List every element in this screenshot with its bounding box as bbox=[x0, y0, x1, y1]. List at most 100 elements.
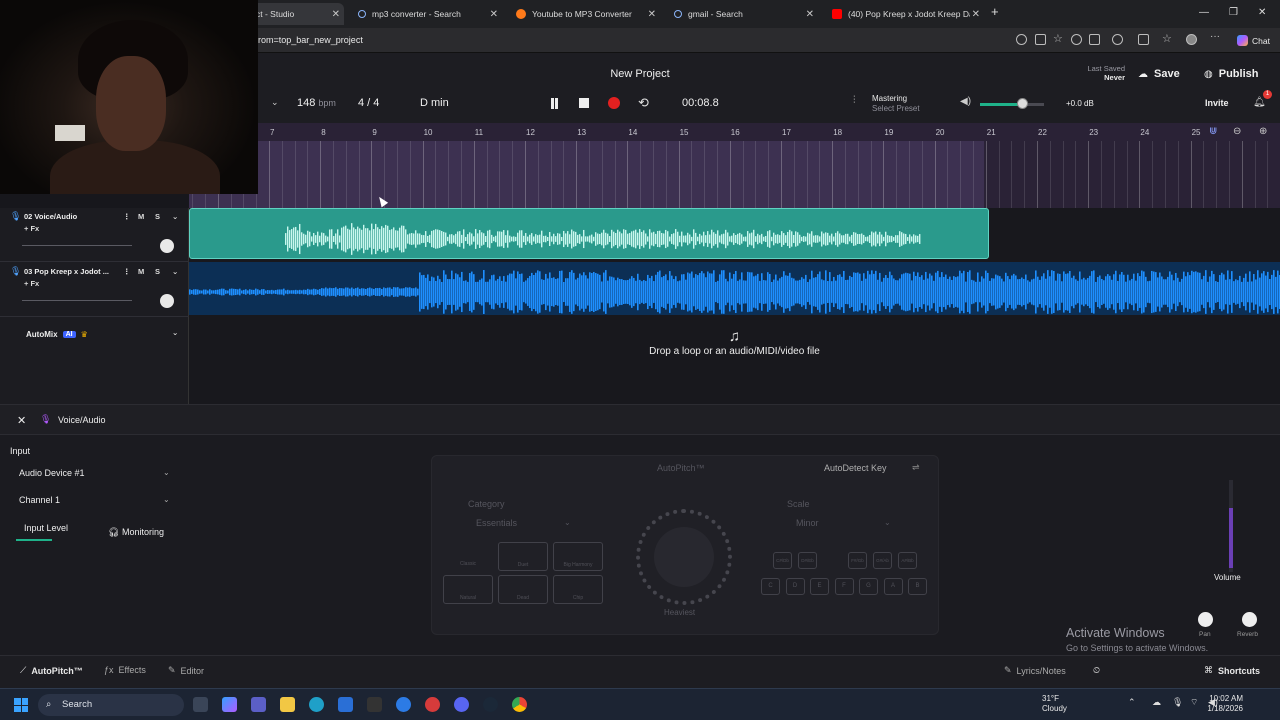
split-screen-icon[interactable] bbox=[1089, 34, 1100, 45]
key-icon[interactable] bbox=[1016, 34, 1027, 45]
beat-audio-clip[interactable] bbox=[189, 262, 1280, 315]
monitoring-toggle[interactable]: Monitoring bbox=[122, 527, 164, 537]
store-icon[interactable] bbox=[338, 697, 353, 712]
track-name[interactable]: 02 Voice/Audio bbox=[24, 212, 77, 221]
ruler-bar-number[interactable]: 14 bbox=[628, 128, 637, 137]
discord-icon[interactable] bbox=[454, 697, 469, 712]
track-name[interactable]: 03 Pop Kreep x Jodot ... bbox=[24, 267, 109, 276]
add-fx-button[interactable]: + Fx bbox=[24, 279, 39, 288]
drop-zone[interactable]: ♫ Drop a loop or an audio/MIDI/video fil… bbox=[189, 320, 1280, 404]
save-button[interactable]: ☁ Save bbox=[1138, 68, 1180, 80]
close-tab-icon[interactable]: ✕ bbox=[490, 9, 498, 20]
tuner-icon[interactable]: ⏲ bbox=[1093, 665, 1100, 676]
app-icon[interactable] bbox=[396, 697, 411, 712]
preset-dead[interactable]: Dead bbox=[498, 575, 548, 604]
track-menu-icon[interactable]: ⋮ bbox=[123, 212, 131, 221]
add-fx-button[interactable]: + Fx bbox=[24, 224, 39, 233]
reverb-knob[interactable] bbox=[1242, 612, 1257, 627]
lyrics-notes-button[interactable]: ✎ Lyrics/Notes bbox=[1004, 665, 1066, 676]
mixer-icon[interactable]: ⫶ bbox=[853, 95, 856, 106]
preset-classic[interactable]: Classic bbox=[443, 542, 493, 571]
shortcuts-button[interactable]: ⌘ Shortcuts bbox=[1204, 665, 1260, 676]
ruler-bar-number[interactable]: 13 bbox=[577, 128, 586, 137]
key-button[interactable]: F bbox=[834, 578, 854, 595]
preset-big-harmony[interactable]: Big Harmony bbox=[553, 542, 603, 571]
ruler-bar-number[interactable]: 8 bbox=[321, 128, 325, 137]
pause-button[interactable] bbox=[549, 98, 560, 109]
editor-tab[interactable]: ✎ Editor bbox=[168, 665, 204, 676]
ruler-bar-number[interactable]: 15 bbox=[680, 128, 689, 137]
headphones-icon[interactable]: 🎧︎ bbox=[108, 527, 119, 538]
profile-avatar[interactable] bbox=[1186, 34, 1197, 45]
publish-button[interactable]: ◍ Publish bbox=[1204, 68, 1258, 80]
autopitch-tab[interactable]: ⟋ AutoPitch™ bbox=[20, 665, 83, 676]
ruler-bar-number[interactable]: 22 bbox=[1038, 128, 1047, 137]
weather-widget[interactable]: 31°F Cloudy bbox=[1042, 694, 1067, 714]
microphone-icon[interactable]: 🎙︎ bbox=[10, 266, 21, 277]
ruler-bar-number[interactable]: 21 bbox=[987, 128, 996, 137]
record-button[interactable] bbox=[608, 97, 620, 109]
scale-select[interactable]: Minor bbox=[796, 518, 819, 528]
close-tab-icon[interactable]: ✕ bbox=[332, 9, 340, 20]
key-button[interactable]: E bbox=[810, 578, 829, 595]
timeline-area[interactable]: ♫ Drop a loop or an audio/MIDI/video fil… bbox=[189, 208, 1280, 404]
key-button[interactable]: G#/Ab bbox=[873, 552, 892, 569]
bell-icon[interactable]: 🔔︎ bbox=[1253, 97, 1266, 108]
mute-button[interactable]: M bbox=[138, 212, 144, 221]
preset-chip[interactable]: Chip bbox=[553, 575, 603, 604]
microphone-icon[interactable]: 🎙︎ bbox=[1172, 697, 1183, 708]
settings-icon[interactable]: ⇌ bbox=[912, 462, 920, 473]
ruler-bar-number[interactable]: 20 bbox=[936, 128, 945, 137]
autodetect-key-button[interactable]: AutoDetect Key bbox=[824, 463, 887, 473]
mastering-preset[interactable]: Mastering Select Preset bbox=[872, 94, 920, 114]
steam-icon[interactable] bbox=[483, 697, 498, 712]
solo-button[interactable]: S bbox=[155, 267, 160, 276]
chrome-icon[interactable] bbox=[512, 697, 527, 712]
channel-select[interactable]: Channel 1 bbox=[19, 495, 60, 505]
loop-icon[interactable]: ⟲ bbox=[638, 95, 649, 111]
new-tab-icon[interactable]: + bbox=[991, 4, 999, 19]
track-header-voice[interactable]: 🎙︎ 02 Voice/Audio + Fx ⋮ M S ⌄ bbox=[0, 208, 189, 262]
menu-chevron-icon[interactable]: ⌄ bbox=[271, 97, 279, 108]
key-button[interactable]: G bbox=[859, 578, 878, 595]
timeline-ruler[interactable]: ⋓ ⊖ ⊕ 7 8 9 10 11 12 13 14 15 16 17 18 19 20 21 22 23 24 2… bbox=[189, 123, 1280, 208]
speaker-icon[interactable]: ◀) bbox=[960, 96, 971, 107]
pan-knob[interactable] bbox=[1198, 612, 1213, 627]
windows-start-icon[interactable] bbox=[14, 698, 28, 712]
extensions-icon[interactable] bbox=[1138, 34, 1149, 45]
key-button[interactable]: A#/Bb bbox=[898, 552, 917, 569]
preset-natural[interactable]: Natural bbox=[443, 575, 493, 604]
zoom-in-icon[interactable]: ⊕ bbox=[1259, 126, 1267, 137]
master-volume-slider[interactable] bbox=[980, 103, 1044, 106]
restore-icon[interactable]: ❐ bbox=[1229, 7, 1238, 18]
ruler-bar-number[interactable]: 16 bbox=[731, 128, 740, 137]
tab-yt-converter[interactable]: Youtube to MP3 Converter ✕ bbox=[508, 3, 660, 25]
close-tab-icon[interactable]: ✕ bbox=[806, 9, 814, 20]
time-signature[interactable]: 4 / 4 bbox=[358, 97, 379, 109]
ruler-bar-number[interactable]: 10 bbox=[424, 128, 433, 137]
track-header-beat[interactable]: 🎙︎ 03 Pop Kreep x Jodot ... + Fx ⋮ M S ⌄ bbox=[0, 263, 189, 317]
chevron-down-icon[interactable]: ⌄ bbox=[163, 495, 170, 504]
audio-device-select[interactable]: Audio Device #1 bbox=[19, 468, 85, 478]
key-button[interactable]: C#/Db bbox=[773, 552, 792, 569]
category-select[interactable]: Essentials bbox=[476, 518, 517, 528]
ruler-bar-number[interactable]: 11 bbox=[475, 128, 483, 137]
chevron-down-icon[interactable]: ⌄ bbox=[172, 328, 178, 337]
close-panel-icon[interactable]: ✕ bbox=[17, 414, 26, 427]
more-options-icon[interactable]: ··· bbox=[1210, 31, 1221, 42]
system-clock[interactable]: 10:02 AM 1/18/2026 bbox=[1201, 694, 1243, 714]
ruler-bar-number[interactable]: 17 bbox=[782, 128, 791, 137]
chevron-down-icon[interactable]: ⌄ bbox=[564, 518, 571, 527]
snap-icon[interactable]: ⋓ bbox=[1209, 126, 1217, 137]
ruler-bar-number[interactable]: 25 bbox=[1192, 128, 1201, 137]
tab-mp3-search[interactable]: mp3 converter - Search ✕ bbox=[350, 3, 502, 25]
tab-youtube[interactable]: (40) Pop Kreep x Jodot Kreep Dark ✕ bbox=[824, 3, 984, 25]
key-button[interactable]: B bbox=[908, 578, 927, 595]
key-button[interactable]: D bbox=[785, 578, 805, 595]
key-button[interactable]: D#/Eb bbox=[798, 552, 817, 569]
key-button[interactable]: A bbox=[883, 578, 903, 595]
wifi-icon[interactable]: ⌔ bbox=[1190, 697, 1198, 708]
refresh-icon[interactable] bbox=[1112, 34, 1123, 45]
microphone-icon[interactable]: 🎙︎ bbox=[10, 211, 21, 222]
copilot-chat-button[interactable]: Chat bbox=[1232, 32, 1275, 49]
